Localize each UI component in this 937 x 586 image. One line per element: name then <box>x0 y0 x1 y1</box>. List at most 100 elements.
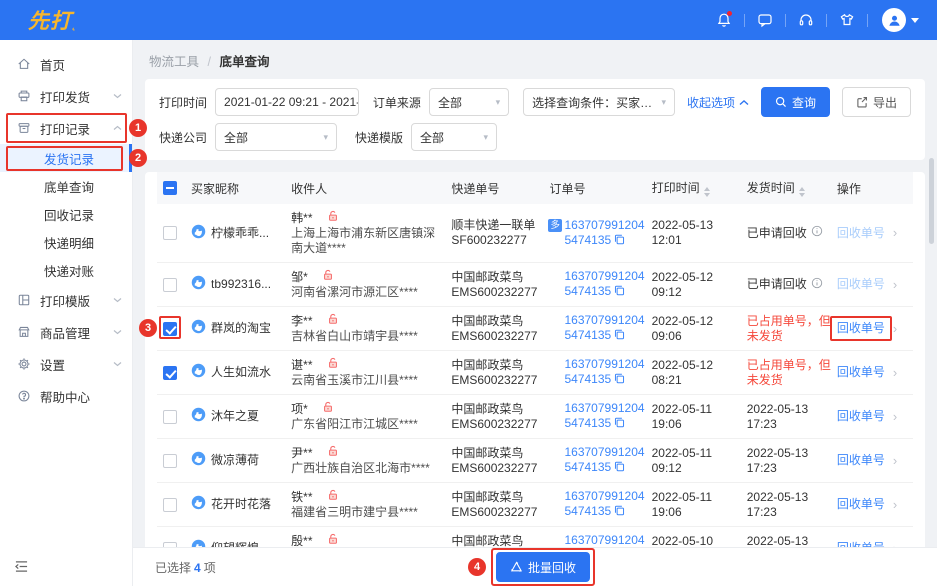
order-number-link[interactable]: 5474135 <box>564 504 647 520</box>
tshirt-icon[interactable] <box>837 10 857 30</box>
table-row: 人生如流水谌**云南省玉溪市江川县****中国邮政菜鸟EMS6002322771… <box>157 351 913 395</box>
row-expand-chevron[interactable]: › <box>893 277 897 292</box>
buyer-nickname: 柠檬乖乖... <box>211 226 269 241</box>
sidebar-item-courier-detail[interactable]: 快递明细 <box>0 228 132 256</box>
order-number-link[interactable]: 163707991204 <box>564 533 647 548</box>
order-number-link[interactable]: 163707991204 <box>564 313 647 328</box>
privacy-lock-icon[interactable] <box>327 445 339 461</box>
order-number-link[interactable]: 163707991204 <box>564 218 647 233</box>
column-header: 订单号 <box>549 172 651 204</box>
info-icon[interactable] <box>811 277 823 293</box>
selection-summary: 已选择4项 <box>155 559 216 576</box>
row-expand-chevron[interactable]: › <box>893 321 897 336</box>
recycle-number-link[interactable]: 回收单号 <box>837 497 885 511</box>
batch-recycle-button[interactable]: 批量回收 <box>496 552 590 582</box>
recycle-number-link[interactable]: 回收单号 <box>837 365 885 379</box>
sidebar-item-recycle-records[interactable]: 回收记录 <box>0 200 132 228</box>
annotation-step-1: 1 <box>129 119 147 137</box>
print-time: 2022-05-13 12:01 <box>652 204 747 263</box>
sort-icon[interactable] <box>704 187 710 197</box>
sidebar-item-home[interactable]: 首页 <box>0 48 132 80</box>
headset-support-icon[interactable] <box>796 10 816 30</box>
search-button[interactable]: 查询 <box>761 87 830 117</box>
avatar-caret-icon[interactable] <box>911 18 919 23</box>
order-source-select[interactable]: 全部▾ <box>429 88 509 116</box>
order-number-link[interactable]: 5474135 <box>564 233 647 249</box>
table-row: tb992316...邹*河南省漯河市源汇区****中国邮政菜鸟EMS60023… <box>157 263 913 307</box>
row-checkbox[interactable] <box>163 278 177 292</box>
message-icon[interactable] <box>755 10 775 30</box>
select-all-checkbox[interactable] <box>163 181 177 195</box>
sidebar-item-settings[interactable]: 设置 <box>0 348 132 380</box>
row-expand-chevron[interactable]: › <box>893 409 897 424</box>
sort-icon[interactable] <box>799 187 805 197</box>
row-expand-chevron[interactable]: › <box>893 365 897 380</box>
sidebar-item-help-center[interactable]: 帮助中心 <box>0 380 132 412</box>
privacy-lock-icon[interactable] <box>327 313 339 329</box>
divider <box>867 14 868 27</box>
row-checkbox[interactable] <box>163 366 177 380</box>
order-number-link[interactable]: 5474135 <box>564 372 647 388</box>
row-expand-chevron[interactable]: › <box>893 225 897 240</box>
query-condition-select[interactable]: 选择查询条件：买家昵称/订单编号/运单号/...▾ <box>523 88 675 116</box>
sidebar-item-print-templates[interactable]: 打印模版 <box>0 284 132 316</box>
column-header[interactable]: 发货时间 <box>747 172 837 204</box>
row-checkbox[interactable] <box>163 322 177 336</box>
copy-icon[interactable] <box>614 505 625 520</box>
breadcrumb-parent[interactable]: 物流工具 <box>149 55 199 69</box>
user-avatar[interactable] <box>882 8 906 32</box>
privacy-lock-icon[interactable] <box>327 210 339 226</box>
sidebar-collapse-icon[interactable] <box>14 560 29 576</box>
recycle-number-link[interactable]: 回收单号 <box>837 321 885 335</box>
copy-icon[interactable] <box>614 461 625 476</box>
row-expand-chevron[interactable]: › <box>893 453 897 468</box>
order-number-link[interactable]: 163707991204 <box>564 269 647 284</box>
sidebar-item-print-ship[interactable]: 打印发货 <box>0 80 132 112</box>
row-expand-chevron[interactable]: › <box>893 497 897 512</box>
copy-icon[interactable] <box>614 234 625 249</box>
row-checkbox[interactable] <box>163 498 177 512</box>
order-number-link[interactable]: 163707991204 <box>564 357 647 372</box>
buyer-nickname: 沐年之夏 <box>211 409 259 424</box>
row-checkbox[interactable] <box>163 226 177 240</box>
order-number-link[interactable]: 5474135 <box>564 460 647 476</box>
page-title: 底单查询 <box>219 55 269 69</box>
privacy-lock-icon[interactable] <box>327 489 339 505</box>
courier-template-select[interactable]: 全部▾ <box>411 123 497 151</box>
privacy-lock-icon[interactable] <box>322 401 334 417</box>
courier-company-label: 快递公司 <box>159 129 207 146</box>
order-number-link[interactable]: 5474135 <box>564 284 647 300</box>
scrollbar-thumb[interactable] <box>929 158 934 244</box>
batch-action-bar: 已选择4项 4 批量回收 <box>133 547 937 586</box>
column-header[interactable]: 打印时间 <box>652 172 747 204</box>
sidebar-item-ship-records[interactable]: 发货记录 <box>0 144 132 172</box>
courier-template-label: 快递模版 <box>355 129 403 146</box>
info-icon[interactable] <box>811 225 823 241</box>
privacy-lock-icon[interactable] <box>322 269 334 285</box>
sidebar-item-print-records[interactable]: 打印记录 <box>0 112 132 144</box>
row-checkbox[interactable] <box>163 454 177 468</box>
table-row: 柠檬乖乖...韩**上海上海市浦东新区唐镇深南大道****顺丰快递一联单SF60… <box>157 204 913 263</box>
copy-icon[interactable] <box>614 417 625 432</box>
notification-bell-icon[interactable] <box>714 10 734 30</box>
copy-icon[interactable] <box>614 373 625 388</box>
privacy-lock-icon[interactable] <box>327 357 339 373</box>
order-number-link[interactable]: 163707991204 <box>564 489 647 504</box>
courier-company-select[interactable]: 全部▾ <box>215 123 337 151</box>
order-number-link[interactable]: 5474135 <box>564 328 647 344</box>
row-checkbox[interactable] <box>163 410 177 424</box>
export-button[interactable]: 导出 <box>842 87 911 117</box>
collapse-options-link[interactable]: 收起选项 <box>687 94 749 111</box>
recipient-name: 邹* <box>291 270 308 285</box>
recycle-number-link[interactable]: 回收单号 <box>837 409 885 423</box>
recycle-number-link[interactable]: 回收单号 <box>837 453 885 467</box>
order-number-link[interactable]: 163707991204 <box>564 445 647 460</box>
copy-icon[interactable] <box>614 329 625 344</box>
order-number-link[interactable]: 163707991204 <box>564 401 647 416</box>
order-number-link[interactable]: 5474135 <box>564 416 647 432</box>
sidebar-item-waybill-query[interactable]: 底单查询 <box>0 172 132 200</box>
copy-icon[interactable] <box>614 285 625 300</box>
print-time-range-input[interactable]: 2021-01-22 09:21 - 2021-01-22 09:21 <box>215 88 359 116</box>
sidebar-item-courier-reconcile[interactable]: 快递对账 <box>0 256 132 284</box>
sidebar-item-product-manage[interactable]: 商品管理 <box>0 316 132 348</box>
